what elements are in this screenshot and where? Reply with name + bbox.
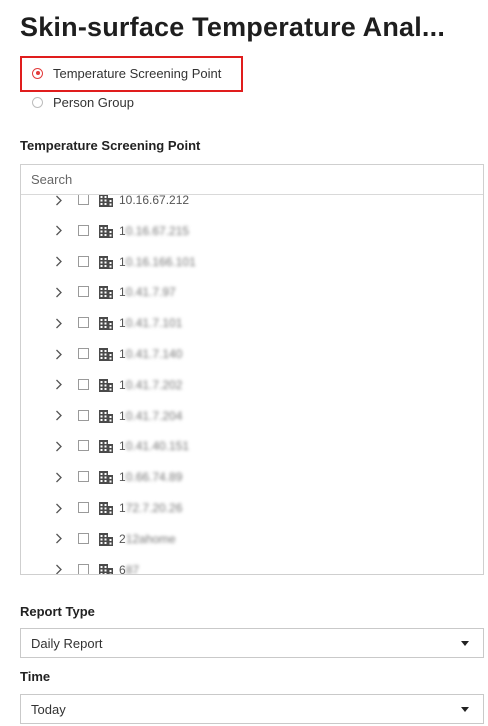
chevron-right-icon[interactable] [53,406,65,426]
tree-checkbox[interactable] [78,471,89,483]
tree-item-label: 10.66.74.89 [119,467,182,487]
tree-item-label: 10.41.7.204 [119,406,182,426]
tree-item-label: 10.16.67.215 [119,221,189,241]
masked-text: 0.66.74.89 [125,470,183,485]
report-type-value: Daily Report [31,635,103,651]
tree-checkbox[interactable] [78,195,89,205]
tree-row[interactable]: 10.41.40.151 [21,436,483,456]
tree-checkbox[interactable] [78,286,89,298]
masked-text: 0.41.7.140 [125,347,183,361]
building-icon [98,377,114,393]
building-icon [98,284,114,300]
chevron-right-icon[interactable] [53,252,65,272]
dropdown-caret-icon [461,641,469,646]
tree-checkbox[interactable] [78,563,89,574]
tree-item-label: 10.41.7.101 [119,313,182,333]
masked-text: 72.7.20.26 [125,501,183,515]
building-icon [98,315,114,331]
time-value: Today [31,701,66,717]
radio-temperature-screening-point[interactable]: Temperature Screening Point [32,64,221,82]
building-icon [98,438,114,454]
time-label: Time [20,669,51,684]
chevron-right-icon[interactable] [53,498,65,518]
tree-item-label: 10.41.7.97 [119,282,176,302]
tree-checkbox[interactable] [78,317,89,329]
screening-point-tree: 10.16.67.212 10.16.67.215 10.16.166.101 10.… [20,164,484,575]
skin-temperature-analysis-panel: Skin-surface Temperature Anal... Tempera… [0,0,488,726]
building-icon [98,254,114,270]
tree-row[interactable]: 172.7.20.26 [21,498,483,518]
chevron-right-icon[interactable] [53,221,65,241]
tree-row[interactable]: 10.16.166.101 [21,252,483,272]
tree-row[interactable]: 10.66.74.89 [21,467,483,487]
radio-label: Temperature Screening Point [53,65,222,81]
screening-point-section-label: Temperature Screening Point [20,138,201,153]
tree-checkbox[interactable] [78,378,89,390]
radio-selected-icon [32,67,43,79]
tree-item-label: 10.16.166.101 [119,252,196,272]
building-icon [98,346,114,362]
chevron-right-icon[interactable] [53,375,65,395]
tree-row[interactable]: 687 [21,560,483,575]
building-icon [98,500,114,516]
page-title: Skin-surface Temperature Anal... [20,12,446,42]
tree-item-label: 212ahome [119,529,176,549]
tree-checkbox[interactable] [78,224,89,236]
building-icon [98,408,114,424]
tree-item-label: 10.41.40.151 [119,436,189,456]
building-icon [98,195,114,208]
tree-row[interactable]: 10.41.7.202 [21,375,483,395]
radio-person-group[interactable]: Person Group [32,93,134,111]
dropdown-caret-icon [461,707,469,712]
tree-item-label: 10.16.67.212 [119,195,190,207]
masked-text: 0.41.7.202 [125,377,183,392]
time-select[interactable]: Today [20,694,484,724]
chevron-right-icon[interactable] [53,467,65,487]
masked-text: 0.16.67.215 [125,223,190,238]
tree-item-label: 172.7.20.26 [119,498,182,518]
masked-text: 0.41.7.101 [125,316,183,331]
tree-row[interactable]: 212ahome [21,529,483,549]
tree-row[interactable]: 10.41.7.140 [21,344,483,364]
masked-text: 87 [125,562,140,575]
masked-text: 0.16.166.101 [125,254,196,269]
chevron-right-icon[interactable] [53,344,65,364]
chevron-right-icon[interactable] [53,436,65,456]
tree-item-label: 10.41.7.202 [119,375,182,395]
building-icon [98,469,114,485]
tree-row[interactable]: 10.16.67.215 [21,221,483,241]
tree-row[interactable]: 10.41.7.204 [21,406,483,426]
chevron-right-icon[interactable] [53,282,65,302]
chevron-right-icon[interactable] [53,560,65,574]
building-icon [98,531,114,547]
tree-row[interactable]: 10.41.7.101 [21,313,483,333]
tree-list[interactable]: 10.16.67.212 10.16.67.215 10.16.166.101 10.… [21,195,483,575]
tree-item-label: 10.41.7.140 [119,344,182,364]
tree-checkbox[interactable] [78,502,89,513]
tree-checkbox[interactable] [78,348,89,359]
masked-text: 0.41.7.204 [125,408,183,423]
masked-text: 12ahome [125,531,176,546]
building-icon [98,223,114,239]
tree-checkbox[interactable] [78,532,89,544]
chevron-right-icon[interactable] [53,195,65,210]
tree-checkbox[interactable] [78,255,89,267]
report-type-label: Report Type [20,604,95,619]
tree-checkbox[interactable] [78,409,89,421]
radio-unselected-icon [32,96,43,108]
tree-item-label: 687 [119,560,140,575]
search-input[interactable] [21,165,483,195]
tree-row[interactable]: 10.41.7.97 [21,282,483,302]
tree-checkbox[interactable] [78,440,89,452]
report-type-select[interactable]: Daily Report [20,628,484,658]
tree-row[interactable]: 10.16.67.212 [21,195,483,210]
masked-text: 0.41.7.97 [125,285,176,300]
masked-text: 0.41.40.151 [125,439,190,454]
building-icon [98,562,114,574]
chevron-right-icon[interactable] [53,313,65,333]
chevron-right-icon[interactable] [53,529,65,549]
radio-label: Person Group [53,94,134,110]
